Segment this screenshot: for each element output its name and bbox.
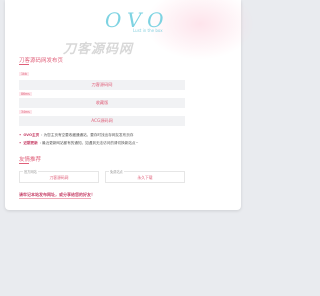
footer-underline xyxy=(19,198,91,199)
field-label: 官方网站 xyxy=(23,169,38,174)
recommend-section-title: 友情推荐 xyxy=(19,157,42,163)
link-button-3[interactable]: ACG源码网 xyxy=(19,116,185,126)
site-logo[interactable]: OVO xyxy=(105,8,175,38)
recommend-field-2[interactable]: 免费站点 永久下载 xyxy=(105,169,185,183)
link-tag-2: 86ms xyxy=(19,92,32,96)
recommend-section-underline xyxy=(19,163,29,164)
description-name: 近期更新 xyxy=(23,141,38,145)
link-tag-1: 1kb xyxy=(19,72,29,76)
logo-tagline: Lust in the box xyxy=(133,28,163,33)
latest-section-title: 刀客源码网发布页 xyxy=(19,58,64,64)
link-button-1[interactable]: 刀客源码网 xyxy=(19,80,185,90)
recommend-field-1[interactable]: 官方网站 刀客源码网 xyxy=(19,169,99,183)
link-tag-3: 34ms xyxy=(19,110,32,114)
description-item: • OVO主页 : 为您主页有空要收藏通通站，要存时找出存网友发布页存 xyxy=(19,131,239,139)
link-button-2[interactable]: 收藏版 xyxy=(19,98,185,108)
watermark: 刀客源码网 xyxy=(63,42,134,57)
latest-section-underline xyxy=(19,64,29,65)
field-label: 免费站点 xyxy=(109,169,124,174)
bullet: • xyxy=(19,133,22,137)
description-text: : 最近更新网站都有的通知，如遇到无法访问的请切换新站点~ xyxy=(39,141,139,145)
description-text: : 为您主页有空要收藏通通站，要存时找出存网友发布页存 xyxy=(41,133,134,137)
description-item: • 近期更新 : 最近更新网站都有的通知，如遇到无法访问的请切换新站点~ xyxy=(19,139,239,147)
description-list: • OVO主页 : 为您主页有空要收藏通通站，要存时找出存网友发布页存 • 近期… xyxy=(19,131,239,147)
description-name: OVO主页 xyxy=(23,133,40,137)
bullet: • xyxy=(19,141,22,145)
field-value[interactable]: 刀客源码网 xyxy=(20,175,98,181)
main-card: OVO Lust in the box 刀客源码网 刀客源码网发布页 1kb 刀… xyxy=(5,0,255,210)
field-value[interactable]: 永久下载 xyxy=(106,175,184,181)
